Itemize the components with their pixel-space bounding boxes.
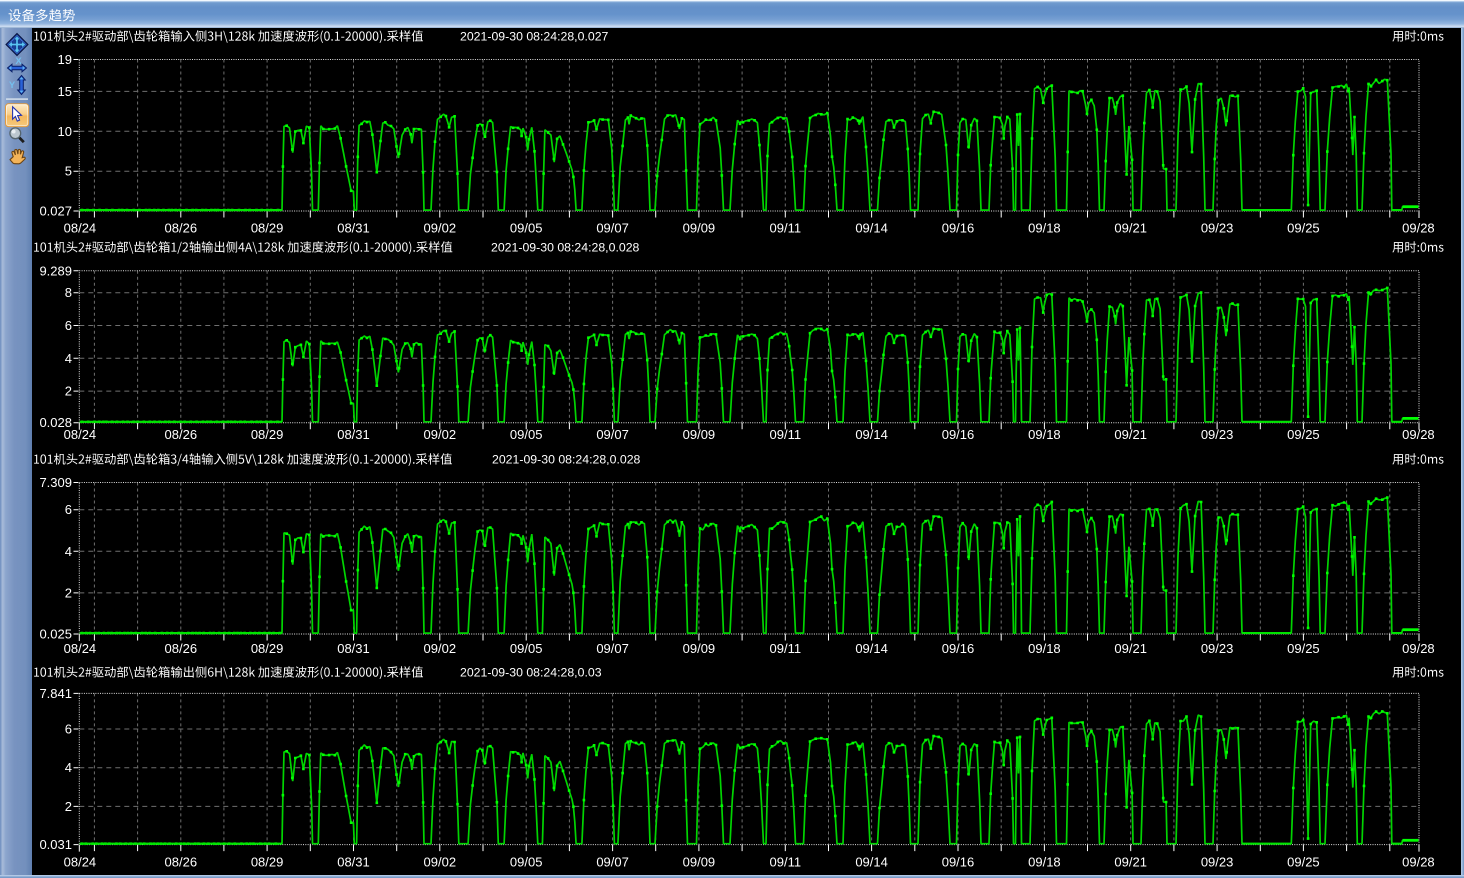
svg-text:09/07: 09/07 <box>596 641 629 656</box>
svg-text:19: 19 <box>58 52 72 67</box>
svg-text:08/26: 08/26 <box>165 221 198 236</box>
svg-text:2: 2 <box>65 384 72 399</box>
svg-text:8: 8 <box>65 285 72 300</box>
svg-text:0.031: 0.031 <box>39 837 72 852</box>
svg-text:5: 5 <box>65 164 72 179</box>
svg-text:09/11: 09/11 <box>770 221 802 236</box>
svg-text:09/18: 09/18 <box>1028 641 1061 656</box>
svg-text:09/16: 09/16 <box>942 221 975 236</box>
svg-text:4: 4 <box>65 544 72 559</box>
svg-text:09/14: 09/14 <box>855 641 888 656</box>
svg-text:09/09: 09/09 <box>683 427 716 442</box>
svg-text:2: 2 <box>65 585 72 600</box>
svg-text:0.025: 0.025 <box>39 627 72 642</box>
svg-text:08/26: 08/26 <box>165 855 198 870</box>
svg-text:08/24: 08/24 <box>64 221 97 236</box>
svg-text:08/26: 08/26 <box>165 641 198 656</box>
svg-text:08/29: 08/29 <box>251 221 284 236</box>
svg-text:09/16: 09/16 <box>942 855 975 870</box>
svg-text:09/02: 09/02 <box>424 427 457 442</box>
svg-text:09/28: 09/28 <box>1402 641 1435 656</box>
svg-text:09/25: 09/25 <box>1287 855 1320 870</box>
svg-text:09/14: 09/14 <box>855 855 888 870</box>
svg-text:09/11: 09/11 <box>770 641 802 656</box>
svg-text:08/24: 08/24 <box>64 641 97 656</box>
svg-text:09/25: 09/25 <box>1287 641 1320 656</box>
svg-text:09/23: 09/23 <box>1201 855 1234 870</box>
svg-text:09/07: 09/07 <box>596 221 629 236</box>
svg-text:6: 6 <box>65 318 72 333</box>
svg-text:08/31: 08/31 <box>337 855 370 870</box>
svg-text:X: X <box>15 56 22 67</box>
svg-text:09/09: 09/09 <box>683 641 716 656</box>
svg-text:09/21: 09/21 <box>1114 641 1147 656</box>
svg-text:09/05: 09/05 <box>510 855 543 870</box>
svg-text:6: 6 <box>65 502 72 517</box>
svg-text:09/05: 09/05 <box>510 427 543 442</box>
svg-text:09/14: 09/14 <box>855 427 888 442</box>
svg-text:08/31: 08/31 <box>337 221 370 236</box>
svg-text:0.027: 0.027 <box>39 204 72 219</box>
svg-text:08/29: 08/29 <box>251 855 284 870</box>
svg-text:2021-09-30 08:24:28,0.027: 2021-09-30 08:24:28,0.027 <box>460 30 609 44</box>
svg-text:09/21: 09/21 <box>1114 221 1147 236</box>
svg-text:08/29: 08/29 <box>251 641 284 656</box>
svg-text:4: 4 <box>65 351 72 366</box>
svg-text:09/28: 09/28 <box>1402 855 1435 870</box>
svg-text:09/21: 09/21 <box>1114 855 1147 870</box>
svg-text:09/18: 09/18 <box>1028 855 1061 870</box>
svg-text:09/07: 09/07 <box>596 427 629 442</box>
svg-text:09/28: 09/28 <box>1402 221 1435 236</box>
svg-text:09/18: 09/18 <box>1028 221 1061 236</box>
svg-text:09/18: 09/18 <box>1028 427 1061 442</box>
svg-text:09/28: 09/28 <box>1402 427 1435 442</box>
svg-text:Y: Y <box>9 80 16 91</box>
svg-text:09/25: 09/25 <box>1287 221 1320 236</box>
svg-text:08/24: 08/24 <box>64 427 97 442</box>
svg-text:09/16: 09/16 <box>942 427 975 442</box>
svg-text:09/11: 09/11 <box>770 855 802 870</box>
svg-text:09/14: 09/14 <box>855 221 888 236</box>
svg-text:09/02: 09/02 <box>424 855 457 870</box>
svg-text:08/31: 08/31 <box>337 641 370 656</box>
svg-text:09/25: 09/25 <box>1287 427 1320 442</box>
svg-text:10: 10 <box>58 124 72 139</box>
svg-text:2021-09-30 08:24:28,0.028: 2021-09-30 08:24:28,0.028 <box>492 453 641 467</box>
svg-text:7.841: 7.841 <box>39 686 72 701</box>
svg-text:7.309: 7.309 <box>39 475 72 490</box>
svg-text:2021-09-30 08:24:28,0.028: 2021-09-30 08:24:28,0.028 <box>491 241 640 255</box>
svg-text:6: 6 <box>65 722 72 737</box>
svg-text:09/09: 09/09 <box>683 221 716 236</box>
svg-text:08/31: 08/31 <box>337 427 370 442</box>
svg-text:08/29: 08/29 <box>251 427 284 442</box>
svg-text:09/23: 09/23 <box>1201 641 1234 656</box>
svg-text:09/16: 09/16 <box>942 641 975 656</box>
svg-text:9.289: 9.289 <box>39 263 72 278</box>
svg-text:08/26: 08/26 <box>165 427 198 442</box>
svg-text:09/23: 09/23 <box>1201 221 1234 236</box>
svg-text:2: 2 <box>65 799 72 814</box>
svg-text:4: 4 <box>65 760 72 775</box>
svg-text:15: 15 <box>58 84 72 99</box>
svg-text:09/11: 09/11 <box>770 427 802 442</box>
svg-text:09/05: 09/05 <box>510 641 543 656</box>
svg-text:09/09: 09/09 <box>683 855 716 870</box>
svg-text:09/05: 09/05 <box>510 221 543 236</box>
svg-text:09/02: 09/02 <box>424 221 457 236</box>
svg-text:08/24: 08/24 <box>64 855 97 870</box>
svg-text:09/02: 09/02 <box>424 641 457 656</box>
svg-text:2021-09-30 08:24:28,0.03: 2021-09-30 08:24:28,0.03 <box>460 666 602 680</box>
svg-text:09/07: 09/07 <box>596 855 629 870</box>
svg-text:09/21: 09/21 <box>1114 427 1147 442</box>
svg-text:09/23: 09/23 <box>1201 427 1234 442</box>
